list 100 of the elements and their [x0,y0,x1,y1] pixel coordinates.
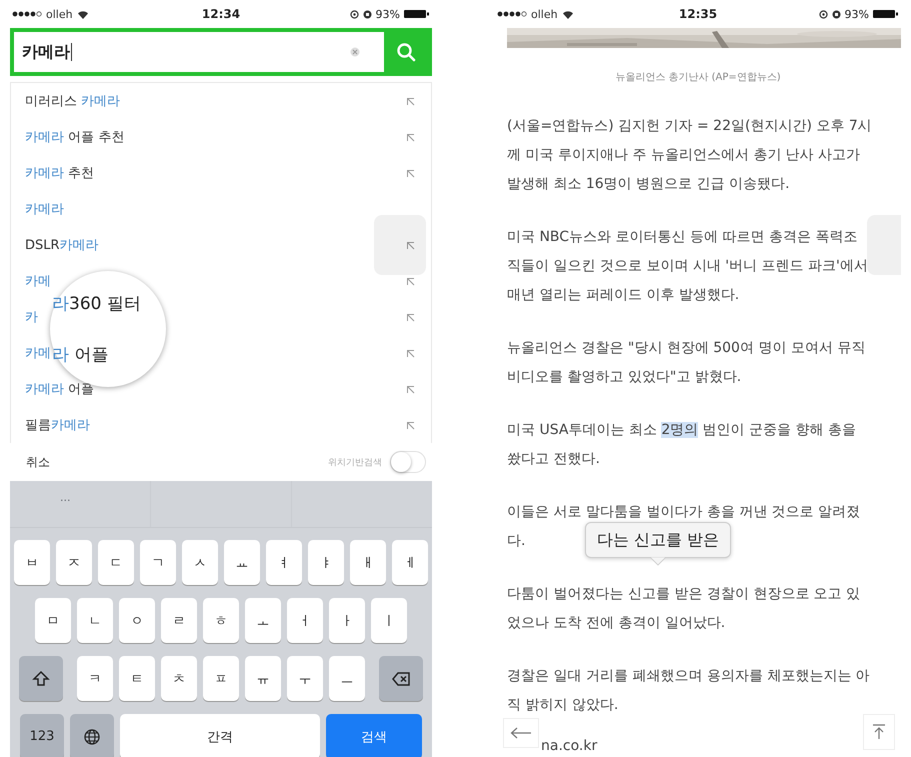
orientation-lock-icon [362,10,372,18]
shift-icon [32,670,50,688]
key[interactable]: ㅗ [245,598,281,643]
alarm-icon [818,10,828,18]
fill-in-arrow-icon[interactable] [406,348,415,358]
key[interactable]: ㅡ [329,656,365,701]
alarm-icon [350,10,359,18]
article-text-line: 직들이 일으킨 것으로 보이며 시내 '버니 프렌드 파크'에서 [507,257,868,276]
scroll-top-button[interactable] [863,714,895,750]
battery-icon [404,9,430,19]
article-text-line: (서울=연합뉴스) 김지헌 기자 = 22일(현지시간) 오후 7시 [507,117,872,136]
wifi-icon [562,10,574,18]
search-icon [396,42,416,62]
magnified-text: 다는 신고를 받은 [596,530,720,550]
suggestion-item[interactable]: 카메라 추천 [25,164,94,182]
backspace-icon [392,670,410,688]
key[interactable]: ㅐ [350,540,386,585]
key[interactable]: ㅔ [392,540,428,585]
location-toggle[interactable] [390,451,426,473]
key[interactable]: ㅑ [308,540,344,585]
battery-icon [872,9,899,19]
article-text-line: 었으나 도착 전에 총격이 일어났다. [507,614,726,633]
suggestion-item[interactable]: 필름카메라 [25,416,90,434]
key[interactable]: ㅌ [119,656,155,701]
language-key[interactable] [70,714,114,757]
fill-in-arrow-icon[interactable] [406,168,415,178]
carrier-name: olleh [46,8,73,20]
search-field[interactable]: 카메라 [14,32,384,72]
key[interactable]: ㅜ [287,656,323,701]
fill-in-arrow-icon[interactable] [406,276,415,286]
signal-icon [12,11,42,17]
article-text-line: 미국 NBC뉴스와 로이터통신 등에 따르면 총격은 폭력조 [507,228,858,247]
article-text-line: 미국 USA투데이는 최소 2명의 범인이 군중을 향해 총을 [507,421,856,440]
photo-caption: 뉴올리언스 총기난사 (AP=연합뉴스) [614,71,782,84]
article-text-line: 뉴올리언스 경찰은 "당시 현장에 500여 명이 모여서 뮤직 [507,339,866,358]
suggestion-item[interactable]: 미러리스 카메라 [25,92,120,110]
article-text-line: 발생해 최소 16명이 병원으로 긴급 이송됐다. [507,175,790,194]
clear-icon [350,47,360,57]
cancel-link[interactable]: 취소 [26,454,50,470]
fill-in-arrow-icon[interactable] [406,96,415,106]
key[interactable]: ㅍ [203,656,239,701]
search-key[interactable]: 검색 [326,714,422,757]
key[interactable]: ㄴ [77,598,113,643]
key[interactable]: ㅕ [266,540,302,585]
article-text-line: 경찰은 일대 거리를 폐쇄했으며 용의자를 체포했는지는 아 [507,667,870,686]
key[interactable]: ㅂ [14,540,50,585]
suggestion-item[interactable]: 카메 [25,344,51,362]
article-text-line: 이들은 서로 말다툼을 벌이다가 총을 꺼낸 것으로 알려졌 [507,503,860,522]
wifi-icon [76,10,89,18]
suggestion-item[interactable]: 카메라 [25,200,64,218]
shift-key[interactable] [19,656,63,701]
article-text-line: 매년 열리는 퍼레이드 이후 발생했다. [507,286,740,305]
key[interactable]: ㅈ [56,540,92,585]
article-text-line: 쐈다고 전했다. [507,450,600,469]
key[interactable]: ㅛ [224,540,260,585]
suggestion-item[interactable]: 카메라 어플 추천 [25,128,124,146]
status-time: 12:34 [202,7,240,21]
key[interactable]: ㅣ [371,598,407,643]
article-text-line: 비디오를 촬영하고 있었다"고 밝혔다. [507,368,742,387]
battery-percent: 93% [376,8,400,20]
article-text-line: 다. [507,532,526,551]
suggestion-item[interactable]: DSLR카메라 [25,236,99,254]
suggestion-item[interactable]: 카 [25,308,38,326]
carrier-name: olleh [531,8,558,20]
magnified-text: 라 어플 [52,344,110,366]
battery-percent: 93% [844,8,869,20]
key[interactable]: ㅎ [203,598,239,643]
key[interactable]: ㅇ [119,598,155,643]
fill-in-arrow-icon[interactable] [406,384,415,394]
key[interactable]: ㄷ [98,540,134,585]
key[interactable]: ㅏ [329,598,365,643]
delete-key[interactable] [379,656,423,701]
signal-icon [497,11,527,17]
source-url: na.co.kr [541,738,598,754]
key[interactable]: ㅊ [161,656,197,701]
article-text-line: 께 미국 루이지애나 주 뉴올리언스에서 총기 난사 사고가 [507,146,860,165]
location-search-label: 위치기반검색 [328,456,382,468]
fill-in-arrow-icon[interactable] [406,240,415,250]
numbers-key[interactable]: 123 [20,714,64,757]
scroll-top-icon [872,724,886,740]
key[interactable]: ㅓ [287,598,323,643]
suggestion-item[interactable]: 카메라 어플 [25,380,94,398]
key[interactable]: ㅠ [245,656,281,701]
key[interactable]: ㄱ [140,540,176,585]
key[interactable]: ㅅ [182,540,218,585]
key[interactable]: ㄹ [161,598,197,643]
status-time: 12:35 [678,7,718,21]
magnified-text: 라360 필터 [52,293,142,315]
fill-in-arrow-icon[interactable] [406,420,415,430]
suggestion-item[interactable]: 카메 [25,272,51,290]
back-arrow-icon [510,727,532,739]
fill-in-arrow-icon[interactable] [406,312,415,322]
globe-icon [83,728,101,746]
fill-in-arrow-icon[interactable] [406,132,415,142]
space-key[interactable]: 간격 [120,714,320,757]
key[interactable]: ㅋ [77,656,113,701]
article-text-line: 다툼이 벌어졌다는 신고를 받은 경찰이 현장으로 오고 있 [507,585,860,604]
back-button[interactable] [503,718,539,748]
key[interactable]: ㅁ [35,598,71,643]
article-text-line: 직 밝히지 않았다. [507,696,618,715]
